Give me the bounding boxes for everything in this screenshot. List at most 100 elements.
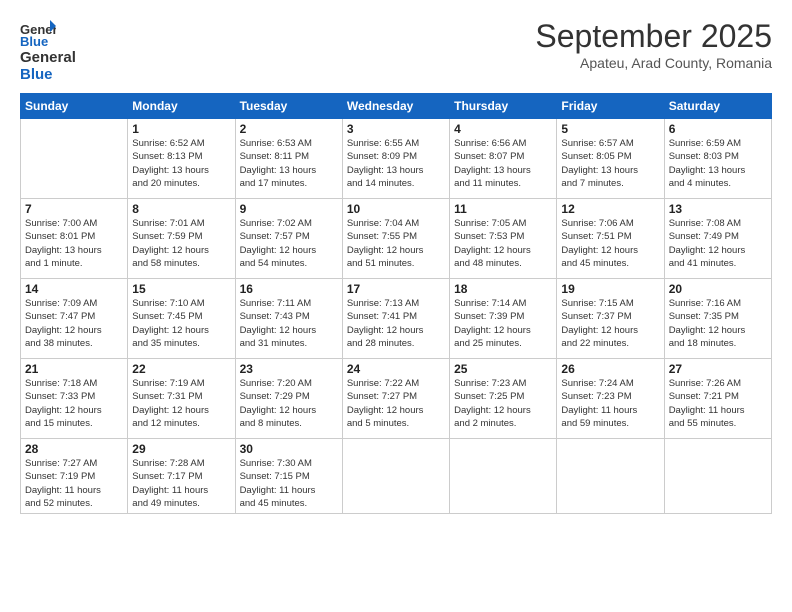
day-info-line: Sunset: 7:33 PM xyxy=(25,390,123,403)
day-info-line: Sunrise: 7:02 AM xyxy=(240,217,338,230)
day-info-line: Daylight: 11 hours xyxy=(25,484,123,497)
day-info-line: and 2 minutes. xyxy=(454,417,552,430)
calendar-cell: 18Sunrise: 7:14 AMSunset: 7:39 PMDayligh… xyxy=(450,279,557,359)
day-info-line: and 18 minutes. xyxy=(669,337,767,350)
day-number: 12 xyxy=(561,202,659,216)
day-info-line: Daylight: 13 hours xyxy=(454,164,552,177)
day-info-line: Sunset: 7:35 PM xyxy=(669,310,767,323)
day-number: 25 xyxy=(454,362,552,376)
day-info-line: Sunset: 7:47 PM xyxy=(25,310,123,323)
day-info-line: Sunset: 7:57 PM xyxy=(240,230,338,243)
logo: General Blue General Blue xyxy=(20,18,76,83)
week-row-3: 14Sunrise: 7:09 AMSunset: 7:47 PMDayligh… xyxy=(21,279,772,359)
day-number: 20 xyxy=(669,282,767,296)
day-info-line: and 22 minutes. xyxy=(561,337,659,350)
day-info-line: Sunrise: 7:28 AM xyxy=(132,457,230,470)
day-info-line: and 59 minutes. xyxy=(561,417,659,430)
day-info-line: and 55 minutes. xyxy=(669,417,767,430)
calendar-cell: 4Sunrise: 6:56 AMSunset: 8:07 PMDaylight… xyxy=(450,119,557,199)
day-info-line: and 41 minutes. xyxy=(669,257,767,270)
day-info-line: Sunrise: 7:24 AM xyxy=(561,377,659,390)
day-info-line: Sunset: 7:23 PM xyxy=(561,390,659,403)
day-info-line: Daylight: 12 hours xyxy=(454,244,552,257)
calendar-cell: 16Sunrise: 7:11 AMSunset: 7:43 PMDayligh… xyxy=(235,279,342,359)
day-info-line: Daylight: 11 hours xyxy=(240,484,338,497)
day-info-line: Sunrise: 7:16 AM xyxy=(669,297,767,310)
header-cell-sunday: Sunday xyxy=(21,94,128,119)
day-info-line: and 20 minutes. xyxy=(132,177,230,190)
day-info-line: Daylight: 12 hours xyxy=(240,244,338,257)
day-number: 27 xyxy=(669,362,767,376)
day-info-line: and 17 minutes. xyxy=(240,177,338,190)
day-info-line: Daylight: 12 hours xyxy=(347,404,445,417)
day-info-line: Daylight: 12 hours xyxy=(240,404,338,417)
header-row: SundayMondayTuesdayWednesdayThursdayFrid… xyxy=(21,94,772,119)
day-info-line: Sunrise: 7:00 AM xyxy=(25,217,123,230)
calendar-cell: 25Sunrise: 7:23 AMSunset: 7:25 PMDayligh… xyxy=(450,359,557,439)
day-number: 16 xyxy=(240,282,338,296)
day-info-line: Sunset: 8:03 PM xyxy=(669,150,767,163)
day-info-line: Sunrise: 7:22 AM xyxy=(347,377,445,390)
calendar: SundayMondayTuesdayWednesdayThursdayFrid… xyxy=(20,93,772,514)
day-info-line: Sunrise: 7:06 AM xyxy=(561,217,659,230)
day-info-line: Daylight: 13 hours xyxy=(561,164,659,177)
day-info-line: Daylight: 12 hours xyxy=(132,324,230,337)
calendar-cell: 30Sunrise: 7:30 AMSunset: 7:15 PMDayligh… xyxy=(235,439,342,514)
day-number: 1 xyxy=(132,122,230,136)
calendar-cell: 1Sunrise: 6:52 AMSunset: 8:13 PMDaylight… xyxy=(128,119,235,199)
day-info-line: Sunrise: 6:56 AM xyxy=(454,137,552,150)
calendar-cell xyxy=(342,439,449,514)
calendar-cell: 26Sunrise: 7:24 AMSunset: 7:23 PMDayligh… xyxy=(557,359,664,439)
day-number: 29 xyxy=(132,442,230,456)
day-number: 21 xyxy=(25,362,123,376)
day-info-line: Daylight: 11 hours xyxy=(669,404,767,417)
header-cell-friday: Friday xyxy=(557,94,664,119)
calendar-cell: 6Sunrise: 6:59 AMSunset: 8:03 PMDaylight… xyxy=(664,119,771,199)
day-info-line: Daylight: 12 hours xyxy=(25,324,123,337)
day-info-line: Sunset: 8:01 PM xyxy=(25,230,123,243)
day-info-line: and 28 minutes. xyxy=(347,337,445,350)
header-cell-tuesday: Tuesday xyxy=(235,94,342,119)
header-cell-thursday: Thursday xyxy=(450,94,557,119)
day-info-line: Sunset: 8:09 PM xyxy=(347,150,445,163)
title-block: September 2025 Apateu, Arad County, Roma… xyxy=(535,18,772,71)
day-number: 3 xyxy=(347,122,445,136)
day-info-line: Sunrise: 7:27 AM xyxy=(25,457,123,470)
day-info-line: Daylight: 13 hours xyxy=(132,164,230,177)
day-info-line: Sunrise: 6:59 AM xyxy=(669,137,767,150)
day-info-line: and 54 minutes. xyxy=(240,257,338,270)
day-info-line: and 14 minutes. xyxy=(347,177,445,190)
day-info-line: Daylight: 12 hours xyxy=(347,324,445,337)
day-info-line: Daylight: 12 hours xyxy=(669,244,767,257)
day-number: 6 xyxy=(669,122,767,136)
calendar-cell xyxy=(450,439,557,514)
calendar-cell xyxy=(21,119,128,199)
calendar-cell: 3Sunrise: 6:55 AMSunset: 8:09 PMDaylight… xyxy=(342,119,449,199)
calendar-cell: 17Sunrise: 7:13 AMSunset: 7:41 PMDayligh… xyxy=(342,279,449,359)
day-number: 4 xyxy=(454,122,552,136)
day-number: 7 xyxy=(25,202,123,216)
calendar-cell: 15Sunrise: 7:10 AMSunset: 7:45 PMDayligh… xyxy=(128,279,235,359)
location-title: Apateu, Arad County, Romania xyxy=(535,55,772,71)
calendar-cell: 29Sunrise: 7:28 AMSunset: 7:17 PMDayligh… xyxy=(128,439,235,514)
day-info-line: Daylight: 13 hours xyxy=(25,244,123,257)
month-title: September 2025 xyxy=(535,18,772,55)
day-info-line: Sunrise: 7:13 AM xyxy=(347,297,445,310)
calendar-header: SundayMondayTuesdayWednesdayThursdayFrid… xyxy=(21,94,772,119)
day-info-line: Daylight: 12 hours xyxy=(25,404,123,417)
svg-text:Blue: Blue xyxy=(20,34,48,48)
day-info-line: Sunset: 7:19 PM xyxy=(25,470,123,483)
day-number: 15 xyxy=(132,282,230,296)
day-info-line: Sunset: 7:37 PM xyxy=(561,310,659,323)
day-info-line: Sunrise: 7:18 AM xyxy=(25,377,123,390)
logo-blue-text: Blue xyxy=(20,67,76,84)
calendar-cell: 13Sunrise: 7:08 AMSunset: 7:49 PMDayligh… xyxy=(664,199,771,279)
calendar-cell: 5Sunrise: 6:57 AMSunset: 8:05 PMDaylight… xyxy=(557,119,664,199)
day-info-line: Sunrise: 7:11 AM xyxy=(240,297,338,310)
week-row-4: 21Sunrise: 7:18 AMSunset: 7:33 PMDayligh… xyxy=(21,359,772,439)
day-number: 26 xyxy=(561,362,659,376)
day-info-line: Sunset: 8:07 PM xyxy=(454,150,552,163)
day-number: 5 xyxy=(561,122,659,136)
day-info-line: Sunrise: 7:09 AM xyxy=(25,297,123,310)
day-number: 17 xyxy=(347,282,445,296)
